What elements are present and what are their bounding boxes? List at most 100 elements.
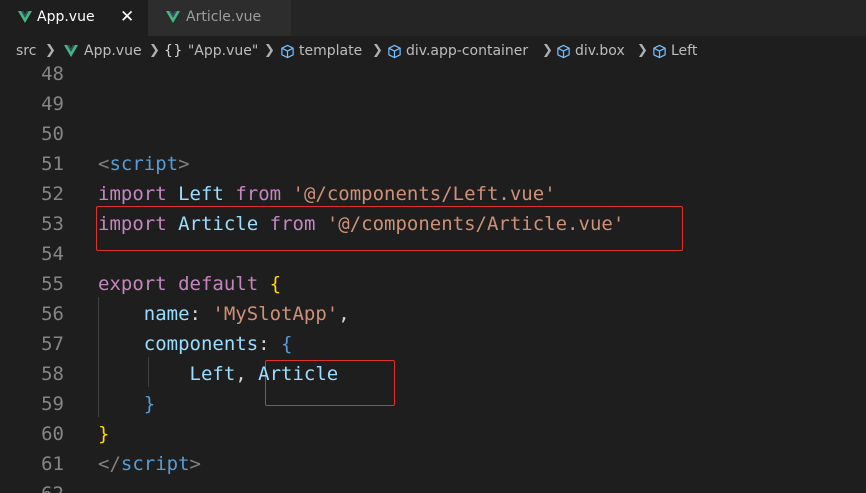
code-token: </ bbox=[98, 453, 121, 475]
breadcrumb-label: div.box bbox=[575, 43, 625, 59]
close-icon[interactable]: ✕ bbox=[120, 7, 134, 27]
code-token: > bbox=[178, 153, 190, 175]
breadcrumb-label: template bbox=[299, 43, 363, 59]
tab-label: Article.vue bbox=[186, 9, 262, 25]
cube-icon bbox=[281, 44, 294, 58]
breadcrumb-item-app-vue[interactable]: App.vue bbox=[64, 43, 142, 59]
tab-label: App.vue bbox=[37, 9, 95, 25]
breadcrumb: src ❯ App.vue ❯ {} "App.vue" ❯ template … bbox=[0, 36, 866, 66]
code-token: Article bbox=[178, 213, 259, 235]
code-line: export default { bbox=[98, 269, 281, 299]
code-token: 'MySlotApp' bbox=[212, 303, 339, 325]
code-token: from bbox=[269, 213, 316, 235]
code-token: Left bbox=[189, 363, 236, 385]
code-line: } bbox=[98, 389, 155, 419]
code-token: default bbox=[178, 273, 259, 295]
chevron-right-icon: ❯ bbox=[637, 43, 648, 58]
code-token: : bbox=[258, 333, 282, 355]
editor-tab-bar: App.vue ✕ Article.vue bbox=[0, 0, 866, 36]
cube-icon bbox=[557, 44, 570, 58]
breadcrumb-item-app-container[interactable]: div.app-container bbox=[387, 43, 528, 59]
code-token: export bbox=[98, 273, 167, 295]
code-token: Article bbox=[258, 363, 339, 385]
line-number: 56 bbox=[41, 303, 64, 325]
tab-article-vue[interactable]: Article.vue bbox=[148, 0, 292, 36]
code-line: </script> bbox=[98, 449, 201, 479]
breadcrumb-label: "App.vue" bbox=[187, 43, 259, 59]
breadcrumb-item-module[interactable]: {} "App.vue" bbox=[164, 43, 258, 59]
code-token: > bbox=[189, 453, 201, 475]
line-number: 50 bbox=[41, 123, 64, 145]
code-token: import bbox=[98, 213, 167, 235]
line-number: 52 bbox=[41, 183, 64, 205]
line-number: 53 bbox=[41, 213, 64, 235]
code-line: Left, Article bbox=[98, 359, 339, 389]
code-token: import bbox=[98, 183, 167, 205]
code-token: '@/components/Left.vue' bbox=[292, 183, 556, 205]
breadcrumb-label: App.vue bbox=[84, 43, 142, 59]
code-token: from bbox=[235, 183, 282, 205]
chevron-right-icon: ❯ bbox=[149, 43, 160, 58]
code-token: , bbox=[338, 303, 350, 325]
code-line: } bbox=[98, 419, 109, 449]
code-token: } bbox=[98, 423, 110, 445]
line-number: 54 bbox=[41, 243, 64, 265]
code-line: components: { bbox=[98, 329, 293, 359]
line-number: 48 bbox=[41, 66, 64, 85]
chevron-right-icon: ❯ bbox=[542, 43, 553, 58]
code-token: Left bbox=[178, 183, 224, 205]
tab-app-vue[interactable]: App.vue ✕ bbox=[0, 0, 148, 36]
line-number: 55 bbox=[41, 273, 64, 295]
code-token: : bbox=[189, 303, 213, 325]
code-token: components bbox=[143, 333, 259, 355]
code-token: , bbox=[235, 363, 259, 385]
code-token: '@/components/Article.vue' bbox=[326, 213, 625, 235]
line-number: 60 bbox=[41, 423, 64, 445]
vue-icon bbox=[166, 11, 180, 23]
line-number: 49 bbox=[41, 93, 64, 115]
cube-icon bbox=[653, 44, 666, 58]
code-token: script bbox=[120, 453, 190, 475]
code-token: } bbox=[143, 393, 156, 415]
chevron-right-icon: ❯ bbox=[264, 43, 275, 58]
breadcrumb-label: Left bbox=[671, 43, 698, 59]
code-token: name bbox=[143, 303, 190, 325]
code-line: name: 'MySlotApp', bbox=[98, 299, 350, 329]
code-token: { bbox=[269, 273, 282, 295]
breadcrumb-item-box[interactable]: div.box bbox=[556, 43, 625, 59]
code-token: script bbox=[109, 153, 179, 175]
braces-icon: {} bbox=[164, 43, 183, 59]
breadcrumb-item-left[interactable]: Left bbox=[652, 43, 697, 59]
code-line: import Left from '@/components/Left.vue' bbox=[98, 179, 556, 209]
code-line: <script> bbox=[98, 149, 190, 179]
line-number: 61 bbox=[41, 453, 64, 475]
vue-icon bbox=[64, 45, 78, 57]
line-number: 58 bbox=[41, 363, 64, 385]
chevron-right-icon: ❯ bbox=[372, 43, 383, 58]
breadcrumb-item-template[interactable]: template bbox=[280, 43, 362, 59]
breadcrumb-item-src[interactable]: src bbox=[16, 43, 36, 59]
code-token: < bbox=[98, 153, 110, 175]
line-number: 51 bbox=[41, 153, 64, 175]
breadcrumb-label: div.app-container bbox=[406, 43, 529, 59]
line-number: 62 bbox=[0, 479, 64, 493]
code-token: { bbox=[281, 333, 293, 355]
vue-icon bbox=[18, 11, 32, 23]
code-line: import Article from '@/components/Articl… bbox=[98, 209, 624, 239]
chevron-right-icon: ❯ bbox=[45, 43, 56, 58]
cube-icon bbox=[388, 44, 401, 58]
code-editor[interactable]: 48 49 50 51 <script> 52 import Left from '@/co… bbox=[0, 66, 866, 493]
line-number: 57 bbox=[41, 333, 64, 355]
